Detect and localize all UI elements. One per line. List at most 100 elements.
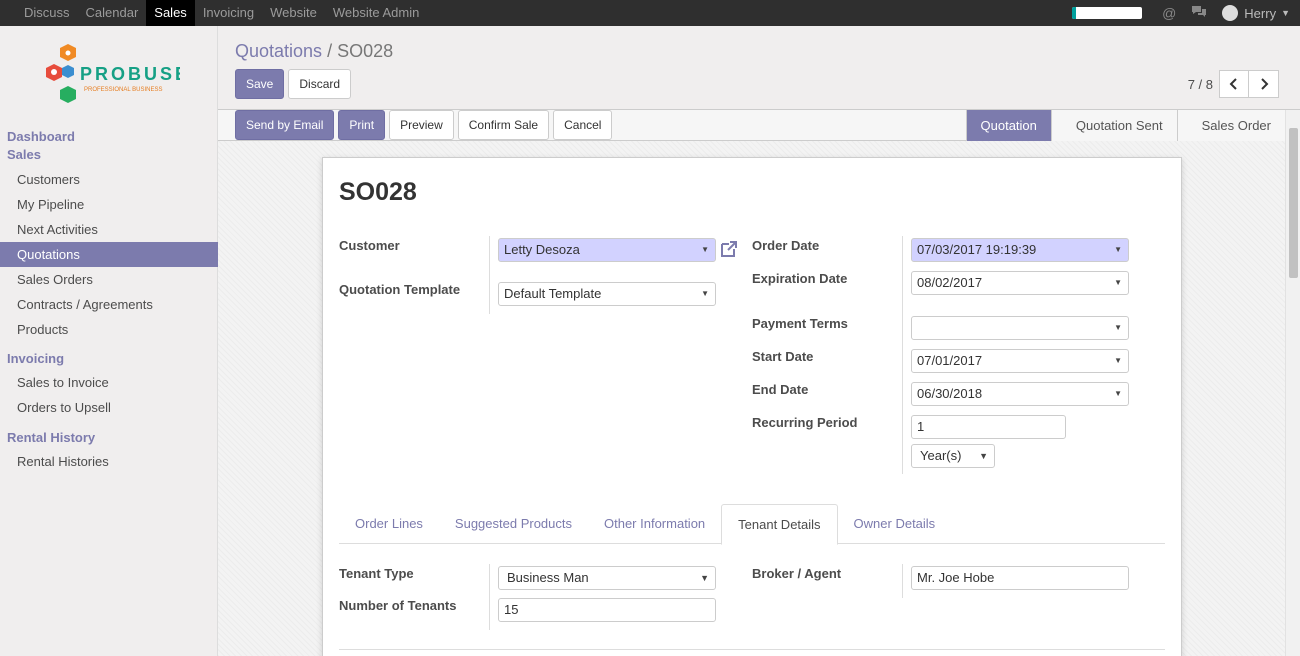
pager: 7 / 8	[1188, 70, 1279, 98]
sidebar-item-orders-to-upsell[interactable]: Orders to Upsell	[0, 395, 218, 420]
section-title-sales[interactable]: Sales	[0, 146, 218, 164]
user-name: Herry	[1244, 5, 1277, 21]
vertical-scrollbar[interactable]	[1285, 110, 1300, 656]
order-date-field[interactable]: 07/03/2017 19:19:39 ▼	[911, 238, 1129, 262]
sidebar-item-sales-to-invoice[interactable]: Sales to Invoice	[0, 370, 218, 395]
sidebar-item-my-pipeline[interactable]: My Pipeline	[0, 192, 218, 217]
pager-next-button[interactable]	[1249, 70, 1279, 98]
expiration-date-field[interactable]: 08/02/2017 ▼	[911, 271, 1129, 295]
quotation-template-field[interactable]: Default Template ▼	[498, 282, 716, 306]
preview-button[interactable]: Preview	[389, 110, 454, 140]
send-by-email-button[interactable]: Send by Email	[235, 110, 335, 140]
expiration-date-value: 08/02/2017	[917, 275, 983, 290]
section-title-dashboard[interactable]: Dashboard	[0, 128, 218, 146]
stage-quotation[interactable]: Quotation	[965, 110, 1051, 141]
recurring-unit-select[interactable]: Year(s) ▼	[911, 444, 995, 468]
menu-invoicing[interactable]: Invoicing	[195, 0, 262, 26]
action-buttons: Send by Email Print Preview Confirm Sale…	[235, 110, 613, 140]
section-dashboard: Dashboard	[0, 128, 218, 146]
confirm-sale-button[interactable]: Confirm Sale	[457, 110, 550, 140]
sidebar-item-contracts[interactable]: Contracts / Agreements	[0, 292, 218, 317]
print-button[interactable]: Print	[338, 110, 386, 140]
progress-fill	[1072, 7, 1076, 19]
dropdown-arrow-icon: ▼	[1114, 389, 1122, 398]
dropdown-arrow-icon: ▼	[1114, 356, 1122, 365]
tenant-type-select[interactable]: Business Man ▼	[498, 566, 716, 590]
section-title-rental-history[interactable]: Rental History	[0, 429, 218, 447]
separator	[339, 649, 1165, 650]
breadcrumb-quotations[interactable]: Quotations	[235, 41, 322, 61]
progress-bar	[1072, 7, 1143, 19]
sidebar-item-products[interactable]: Products	[0, 317, 218, 342]
mention-icon[interactable]: @	[1162, 5, 1176, 21]
tab-suggested-products[interactable]: Suggested Products	[439, 504, 588, 544]
pager-value[interactable]: 7 / 8	[1188, 77, 1213, 92]
sidebar-item-quotations[interactable]: Quotations	[0, 242, 218, 267]
dropdown-arrow-icon: ▼	[1114, 323, 1122, 332]
recurring-period-value: 1	[917, 419, 925, 434]
stage-sales-order[interactable]: Sales Order	[1176, 110, 1285, 141]
divider	[902, 236, 903, 474]
section-title-invoicing[interactable]: Invoicing	[0, 350, 218, 368]
company-logo: PROBUSE PROFESSIONAL BUSINESS	[40, 42, 187, 116]
control-panel: Quotations / SO028 Save Discard 7 / 8	[218, 26, 1300, 110]
recurring-period-label: Recurring Period	[752, 415, 858, 430]
broker-agent-field[interactable]: Mr. Joe Hobe	[911, 566, 1129, 590]
divider	[489, 564, 490, 630]
sidebar-item-sales-orders[interactable]: Sales Orders	[0, 267, 218, 292]
save-button[interactable]: Save	[235, 69, 285, 99]
menu-calendar[interactable]: Calendar	[78, 0, 147, 26]
tab-order-lines[interactable]: Order Lines	[339, 504, 439, 544]
menu-website[interactable]: Website	[262, 0, 325, 26]
systray: @ Herry ▼	[1072, 0, 1290, 26]
quotation-template-value: Default Template	[504, 286, 602, 301]
tab-other-information[interactable]: Other Information	[588, 504, 721, 544]
expiration-date-label: Expiration Date	[752, 271, 848, 286]
logo-tagline: PROFESSIONAL BUSINESS	[84, 87, 162, 93]
sidebar: PROBUSE PROFESSIONAL BUSINESS Dashboard …	[0, 26, 218, 656]
form-area: SO028 Customer Letty Desoza ▼ Quotation …	[218, 141, 1285, 656]
sidebar-item-next-activities[interactable]: Next Activities	[0, 217, 218, 242]
payment-terms-field[interactable]: ▼	[911, 316, 1129, 340]
dropdown-arrow-icon: ▼	[700, 573, 709, 583]
sidebar-item-customers[interactable]: Customers	[0, 167, 218, 192]
dropdown-arrow-icon: ▼	[701, 245, 709, 254]
divider	[902, 564, 903, 598]
form-sheet: SO028 Customer Letty Desoza ▼ Quotation …	[322, 157, 1182, 656]
customer-field[interactable]: Letty Desoza ▼	[498, 238, 716, 262]
sidebar-item-rental-histories[interactable]: Rental Histories	[0, 449, 218, 474]
form-buttons: Save Discard	[235, 69, 352, 99]
user-menu[interactable]: Herry ▼	[1222, 5, 1290, 21]
tenant-type-value: Business Man	[507, 570, 589, 585]
pager-previous-button[interactable]	[1219, 70, 1249, 98]
recurring-unit-value: Year(s)	[920, 448, 962, 463]
discard-button[interactable]: Discard	[288, 69, 352, 99]
section-rental-history: Rental History Rental Histories	[0, 429, 218, 474]
dropdown-arrow-icon: ▼	[1114, 245, 1122, 254]
end-date-field[interactable]: 06/30/2018 ▼	[911, 382, 1129, 406]
chat-icon[interactable]	[1191, 5, 1207, 21]
customer-value: Letty Desoza	[504, 242, 580, 257]
order-date-label: Order Date	[752, 238, 820, 253]
scrollbar-thumb[interactable]	[1289, 128, 1298, 278]
menu-website-admin[interactable]: Website Admin	[325, 0, 427, 26]
external-link-icon[interactable]	[719, 239, 739, 264]
number-of-tenants-input[interactable]: 15	[498, 598, 716, 622]
tab-owner-details[interactable]: Owner Details	[838, 504, 952, 544]
menu-discuss[interactable]: Discuss	[16, 0, 78, 26]
quotation-template-label: Quotation Template	[339, 282, 461, 297]
start-date-field[interactable]: 07/01/2017 ▼	[911, 349, 1129, 373]
caret-down-icon: ▼	[1281, 8, 1290, 18]
dropdown-arrow-icon: ▼	[979, 451, 988, 461]
stage-bar: Quotation Quotation Sent Sales Order	[965, 110, 1285, 141]
cancel-button[interactable]: Cancel	[553, 110, 613, 140]
broker-agent-value: Mr. Joe Hobe	[917, 570, 995, 585]
end-date-value: 06/30/2018	[917, 386, 983, 401]
tab-tenant-details[interactable]: Tenant Details	[721, 504, 838, 545]
number-of-tenants-label: Number of Tenants	[339, 598, 457, 613]
recurring-period-input[interactable]: 1	[911, 415, 1066, 439]
divider	[489, 236, 490, 314]
menu-sales[interactable]: Sales	[146, 0, 195, 26]
stage-quotation-sent[interactable]: Quotation Sent	[1050, 110, 1177, 141]
record-title: SO028	[339, 178, 417, 206]
